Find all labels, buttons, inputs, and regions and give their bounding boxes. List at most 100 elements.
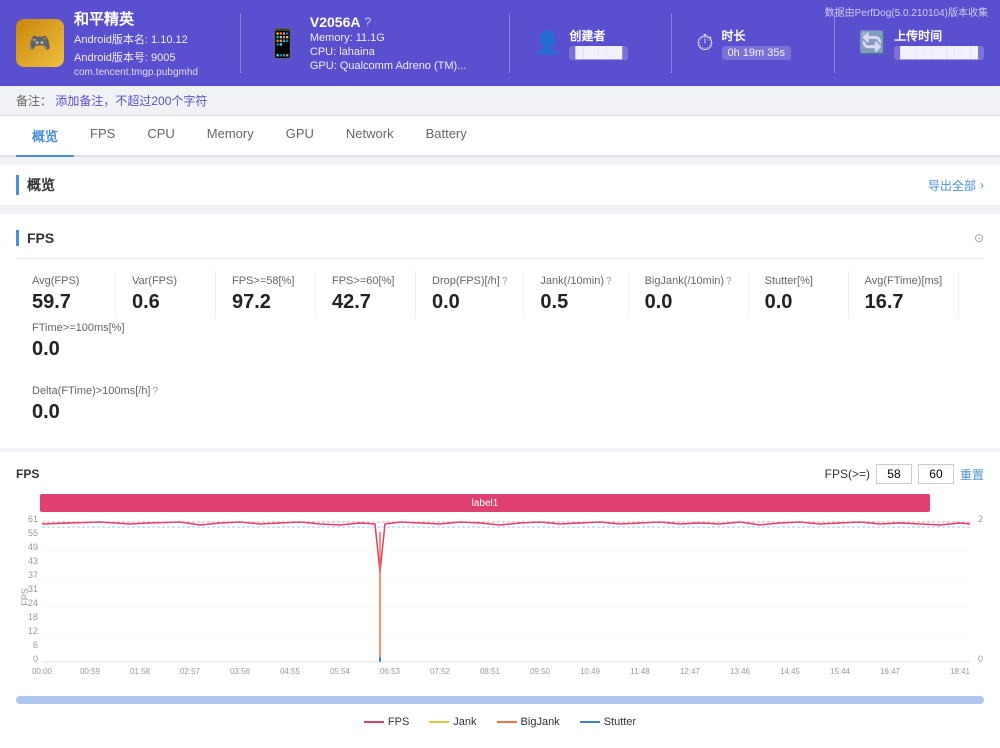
metric-avg-fps-label: Avg(FPS)	[32, 275, 99, 287]
chart-fps-label: FPS	[16, 467, 39, 481]
header-divider-3	[671, 13, 672, 73]
metric-avg-fps: Avg(FPS) 59.7	[16, 271, 116, 318]
svg-text:0: 0	[978, 654, 983, 664]
fps-chart-svg: label1 61 55 49 43 37 31 24 18 12 6 0 2 …	[16, 492, 984, 692]
svg-text:49: 49	[28, 542, 38, 552]
drop-fps-help-icon[interactable]: ?	[502, 276, 508, 287]
legend-stutter-label: Stutter	[604, 716, 636, 728]
upload-label: 上传时间	[894, 27, 984, 44]
svg-text:06:53: 06:53	[380, 667, 401, 676]
legend-bigjank-label: BigJank	[521, 716, 560, 728]
svg-text:08:51: 08:51	[480, 667, 501, 676]
app-icon: 🎮	[16, 19, 64, 67]
metric-avg-ftime-value: 16.7	[865, 291, 943, 314]
metric-jank-label: Jank(/10min) ?	[540, 275, 611, 287]
svg-text:6: 6	[33, 640, 38, 650]
tab-cpu[interactable]: CPU	[131, 116, 190, 157]
metric-fps-58-label: FPS>=58[%]	[232, 275, 299, 287]
svg-text:14:45: 14:45	[780, 667, 801, 676]
chart-reset-button[interactable]: 重置	[960, 466, 984, 483]
svg-text:18: 18	[28, 612, 38, 622]
app-version-code: Android版本号: 9005	[74, 49, 198, 65]
svg-text:02:57: 02:57	[180, 667, 201, 676]
delta-row: Delta(FTime)>100ms[/h] ? 0.0	[16, 377, 984, 432]
metric-bigjank-label: BigJank(/10min) ?	[645, 275, 732, 287]
svg-text:55: 55	[28, 528, 38, 538]
legend-fps: FPS	[364, 716, 409, 728]
metric-fps-60-value: 42.7	[332, 291, 399, 314]
legend-stutter-dot	[580, 721, 600, 723]
tab-network[interactable]: Network	[330, 116, 410, 157]
fps-section-title: FPS	[16, 230, 54, 246]
svg-text:2: 2	[978, 514, 983, 524]
metric-var-fps: Var(FPS) 0.6	[116, 271, 216, 318]
tabs-bar: 概览 FPS CPU Memory GPU Network Battery	[0, 116, 1000, 157]
duration-stat: ⏱ 时长 0h 19m 35s	[696, 27, 809, 60]
overview-title: 概览	[16, 175, 55, 195]
app-name: 和平精英	[74, 8, 198, 29]
fps-chart-area: FPS FPS(>=) 重置 label1 61 55 49 43 37 31 …	[0, 452, 1000, 748]
legend-fps-label: FPS	[388, 716, 409, 728]
metric-fps-58: FPS>=58[%] 97.2	[216, 271, 316, 318]
svg-text:FPS: FPS	[20, 588, 30, 606]
notes-link[interactable]: 添加备注，不超过200个字符	[55, 94, 207, 108]
export-all-button[interactable]: 导出全部 ›	[928, 177, 984, 194]
fps-threshold-2-input[interactable]	[918, 464, 954, 484]
metric-stutter-label: Stutter[%]	[765, 275, 832, 287]
chevron-right-icon: ›	[980, 178, 984, 192]
svg-text:11:48: 11:48	[630, 667, 650, 676]
metric-var-fps-value: 0.6	[132, 291, 199, 314]
delta-help-icon[interactable]: ?	[153, 386, 159, 397]
creator-value: ██████	[569, 46, 628, 60]
tab-memory[interactable]: Memory	[191, 116, 270, 157]
fps-threshold-1-input[interactable]	[876, 464, 912, 484]
svg-text:label1: label1	[472, 498, 499, 509]
legend-bigjank: BigJank	[497, 716, 560, 728]
legend-stutter: Stutter	[580, 716, 636, 728]
metric-bigjank: BigJank(/10min) ? 0.0	[629, 271, 749, 318]
upload-value: ██████████	[894, 46, 984, 60]
tab-battery[interactable]: Battery	[410, 116, 483, 157]
jank-help-icon[interactable]: ?	[606, 276, 612, 287]
svg-text:04:55: 04:55	[280, 667, 301, 676]
svg-text:05:54: 05:54	[330, 667, 351, 676]
svg-text:43: 43	[28, 556, 38, 566]
svg-text:00:00: 00:00	[32, 667, 53, 676]
tab-fps[interactable]: FPS	[74, 116, 131, 157]
fps-gte-label: FPS(>=)	[825, 467, 870, 481]
svg-text:07:52: 07:52	[430, 667, 451, 676]
upload-icon: 🔄	[859, 30, 886, 56]
metric-stutter: Stutter[%] 0.0	[749, 271, 849, 318]
svg-text:16:47: 16:47	[880, 667, 901, 676]
metric-fps-58-value: 97.2	[232, 291, 299, 314]
svg-text:15:44: 15:44	[830, 667, 851, 676]
bigjank-help-icon[interactable]: ?	[726, 276, 732, 287]
tab-gpu[interactable]: GPU	[270, 116, 330, 157]
metric-jank: Jank(/10min) ? 0.5	[524, 271, 628, 318]
metric-fps-60: FPS>=60[%] 42.7	[316, 271, 416, 318]
metric-fps-60-label: FPS>=60[%]	[332, 275, 399, 287]
legend-jank: Jank	[429, 716, 476, 728]
svg-text:Jank: Jank	[982, 584, 984, 602]
svg-text:18:41: 18:41	[950, 667, 971, 676]
app-package: com.tencent.tmgp.pubgmhd	[74, 67, 198, 78]
device-help-icon[interactable]: ?	[364, 15, 371, 29]
svg-text:00:59: 00:59	[80, 667, 101, 676]
header-divider-1	[240, 13, 241, 73]
duration-label: 时长	[722, 27, 791, 44]
fps-metrics-row: Avg(FPS) 59.7 Var(FPS) 0.6 FPS>=58[%] 97…	[16, 259, 984, 377]
fps-collapse-button[interactable]: ⊙	[974, 231, 984, 245]
overview-section-header: 概览 导出全部 ›	[0, 165, 1000, 206]
delta-label: Delta(FTime)>100ms[/h] ?	[32, 385, 968, 397]
device-icon: 📱	[265, 27, 300, 60]
tab-overview[interactable]: 概览	[16, 116, 74, 157]
header-divider-2	[509, 13, 510, 73]
device-cpu: CPU: lahaina	[310, 46, 466, 58]
svg-text:09:50: 09:50	[530, 667, 551, 676]
device-name: V2056A	[310, 14, 361, 30]
chart-scrollbar[interactable]	[16, 696, 984, 704]
svg-text:37: 37	[28, 570, 38, 580]
metric-ftime-100-label: FTime>=100ms[%]	[32, 322, 125, 334]
fps-section: FPS ⊙ Avg(FPS) 59.7 Var(FPS) 0.6 FPS>=58…	[0, 214, 1000, 448]
device-gpu: GPU: Qualcomm Adreno (TM)...	[310, 60, 466, 72]
